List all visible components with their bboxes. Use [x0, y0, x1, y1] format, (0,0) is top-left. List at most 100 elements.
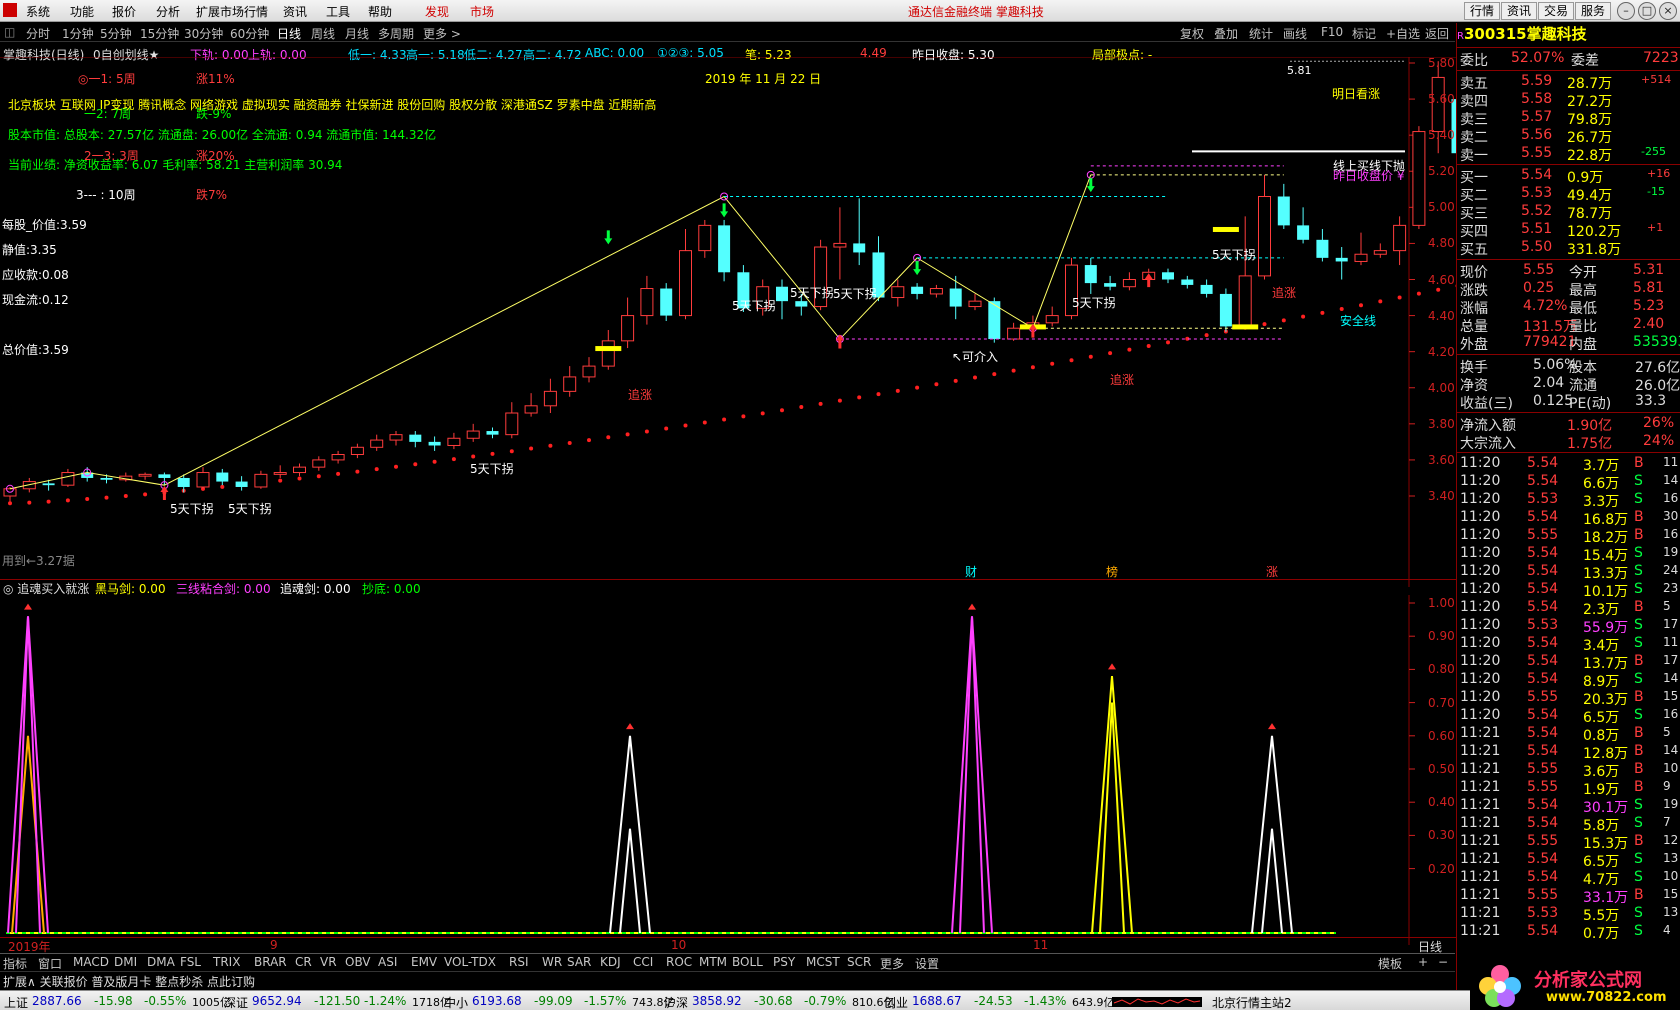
add-pane-icon[interactable]: +	[1418, 955, 1428, 969]
tick-side: B	[1634, 509, 1644, 525]
restore-icon[interactable]: □	[1638, 2, 1656, 20]
indicator-tab-dmi[interactable]: DMI	[114, 955, 137, 969]
service-button[interactable]: 服务	[1575, 2, 1612, 20]
remove-pane-icon[interactable]: −	[1438, 955, 1448, 969]
indicator-tab-roc[interactable]: ROC	[666, 955, 692, 969]
indicator-tab-mtm[interactable]: MTM	[699, 955, 727, 969]
flow-value: 1.75亿	[1567, 436, 1613, 452]
menu-analysis[interactable]: 分析	[156, 3, 180, 20]
indicator-tab-wr[interactable]: WR	[542, 955, 562, 969]
menu-tools[interactable]: 工具	[326, 3, 350, 20]
tick-price: 5.54	[1527, 563, 1559, 579]
period-60min[interactable]: 60分钟	[230, 25, 269, 42]
tick-time: 11:20	[1460, 635, 1501, 651]
menu-market[interactable]: 市场	[470, 3, 494, 20]
indicator-tab-emv[interactable]: EMV	[411, 955, 437, 969]
period-1min[interactable]: 1分钟	[62, 25, 94, 42]
period-15min[interactable]: 15分钟	[140, 25, 179, 42]
indicator-tab-sar[interactable]: SAR	[567, 955, 591, 969]
tick-side: B	[1634, 761, 1644, 777]
indicator-tab-macd[interactable]: MACD	[73, 955, 109, 969]
extension-links[interactable]: 扩展∧ 关联报价 普及版月卡 整点秒杀 点此订购	[3, 973, 255, 990]
info-button[interactable]: 资讯	[1501, 2, 1538, 20]
indicator-tab-trix[interactable]: TRIX	[213, 955, 240, 969]
indicator-tab-设置[interactable]: 设置	[915, 955, 939, 972]
indicator-tab-指标[interactable]: 指标	[3, 955, 27, 972]
minimize-icon[interactable]: –	[1617, 2, 1635, 20]
indicator-tick-label: 0.80	[1428, 662, 1455, 677]
indicator-chart[interactable]	[0, 595, 1456, 945]
overlay-button[interactable]: 叠加	[1214, 25, 1238, 42]
close-icon[interactable]: ×	[1659, 2, 1677, 20]
menu-discover[interactable]: 发现	[425, 3, 449, 20]
index-name[interactable]: 沪深	[664, 994, 688, 1010]
menu-system[interactable]: 系统	[26, 3, 50, 20]
stats-button[interactable]: 统计	[1249, 25, 1273, 42]
stat-label: 现价	[1460, 265, 1488, 281]
template-button[interactable]: 模板	[1378, 955, 1402, 972]
period-30min[interactable]: 30分钟	[184, 25, 223, 42]
period-more[interactable]: 更多 >	[423, 25, 461, 42]
panel-divider	[1457, 412, 1680, 413]
indicator-tab-dma[interactable]: DMA	[147, 955, 175, 969]
period-daily[interactable]: 日线	[277, 25, 301, 42]
trade-button[interactable]: 交易	[1538, 2, 1575, 20]
tick-time: 11:20	[1460, 707, 1501, 723]
indicator-tab-rsi[interactable]: RSI	[509, 955, 529, 969]
indicator-tab-cr[interactable]: CR	[295, 955, 312, 969]
indicator-tab-brar[interactable]: BRAR	[254, 955, 287, 969]
menu-news[interactable]: 资讯	[283, 3, 307, 20]
period-weekly[interactable]: 周线	[311, 25, 335, 42]
candle-body-up	[254, 473, 268, 488]
period-intraday[interactable]: 分时	[26, 25, 50, 42]
bid-row: 买二 5.53 49.4万 -15	[1457, 185, 1680, 204]
indicator-tab-boll[interactable]: BOLL	[732, 955, 763, 969]
indicator-tab-vol-tdx[interactable]: VOL-TDX	[444, 955, 496, 969]
indicator-tab-obv[interactable]: OBV	[345, 955, 371, 969]
indicator-tab-fsl[interactable]: FSL	[180, 955, 201, 969]
tick-volume: 3.3万	[1583, 494, 1620, 510]
menu-help[interactable]: 帮助	[368, 3, 392, 20]
tick-time: 11:21	[1460, 761, 1501, 777]
index-name[interactable]: 上证	[4, 994, 28, 1010]
tick-count: 14	[1663, 743, 1679, 757]
draw-button[interactable]: 画线	[1283, 25, 1307, 42]
finance-marker[interactable]: 财	[965, 563, 977, 580]
weibi-value: 52.07%	[1511, 50, 1565, 66]
index-name[interactable]: 中小	[444, 994, 468, 1010]
menu-function[interactable]: 功能	[70, 3, 94, 20]
quote-button[interactable]: 行情	[1464, 2, 1501, 20]
indicator-tab-mcst[interactable]: MCST	[806, 955, 840, 969]
bid-change: +16	[1647, 167, 1671, 180]
index-name[interactable]: 深证	[224, 994, 248, 1010]
period-5min[interactable]: 5分钟	[100, 25, 132, 42]
indicator-tab-asi[interactable]: ASI	[378, 955, 397, 969]
menu-quote[interactable]: 报价	[112, 3, 136, 20]
adjust-button[interactable]: 复权	[1180, 25, 1204, 42]
list-marker[interactable]: 榜	[1106, 563, 1118, 580]
menu-extended-market[interactable]: 扩展市场行情	[196, 3, 268, 20]
back-button[interactable]: 返回	[1425, 25, 1449, 42]
period-multi[interactable]: 多周期	[378, 25, 414, 42]
rise-marker[interactable]: 涨	[1266, 563, 1278, 580]
indicator-tab-更多[interactable]: 更多	[880, 955, 904, 972]
collapse-icon[interactable]: ◫	[4, 25, 15, 39]
indicator-tab-kdj[interactable]: KDJ	[600, 955, 621, 969]
indicator-tab-cci[interactable]: CCI	[633, 955, 653, 969]
candle-body-up	[273, 472, 287, 475]
indicator-tab-psy[interactable]: PSY	[773, 955, 795, 969]
signal-down5-3: 5天下拐	[470, 462, 514, 476]
indicator-tab-scr[interactable]: SCR	[847, 955, 871, 969]
indicator-tab-vr[interactable]: VR	[320, 955, 337, 969]
tick-row: 11:20 5.54 10.1万 S 23	[1457, 581, 1680, 600]
period-monthly[interactable]: 月线	[345, 25, 369, 42]
mark-button[interactable]: 标记	[1352, 25, 1376, 42]
add-watchlist-button[interactable]: +自选	[1386, 25, 1420, 42]
f10-button[interactable]: F10	[1321, 25, 1343, 39]
index-name[interactable]: 创业	[884, 994, 908, 1010]
safety-line-dot	[741, 414, 746, 419]
bid-volume: 331.8万	[1567, 242, 1622, 258]
performance-text: 当前业绩: 净资收益率: 6.07 毛利率: 58.21 主营利润率 30.94	[8, 158, 343, 172]
candle-body-down	[486, 431, 499, 435]
indicator-tab-窗口[interactable]: 窗口	[38, 955, 62, 972]
